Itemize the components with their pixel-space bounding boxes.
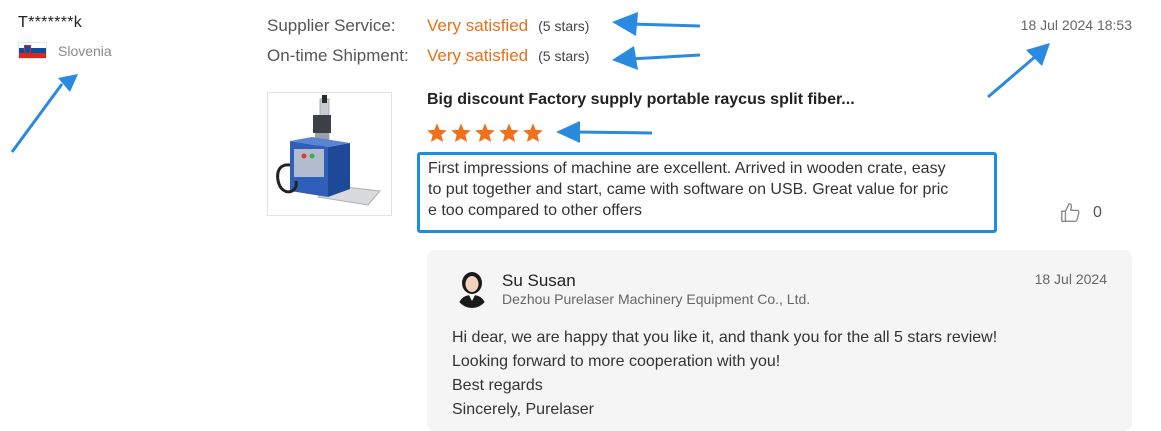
annotation-arrow-icon xyxy=(612,46,701,70)
star-icon xyxy=(475,123,495,142)
rating-label: Supplier Service: xyxy=(267,16,396,35)
review-date: 18 Jul 2024 18:53 xyxy=(1020,17,1132,33)
product-title-link[interactable]: Big discount Factory supply portable ray… xyxy=(427,91,855,109)
rating-value: Very satisfied xyxy=(427,46,529,65)
slovenia-flag-icon xyxy=(18,42,47,59)
star-icon xyxy=(451,123,471,142)
star-icon xyxy=(523,123,543,142)
rating-value: Very satisfied xyxy=(427,16,529,35)
annotation-arrow-icon xyxy=(612,12,701,36)
ratings-summary: Supplier Service: Very satisfied (5 star… xyxy=(267,16,589,76)
star-icon xyxy=(427,123,447,142)
reply-date: 18 Jul 2024 xyxy=(1034,271,1107,287)
reply-company-name: Dezhou Purelaser Machinery Equipment Co.… xyxy=(502,291,811,307)
reply-line: Best regards xyxy=(452,377,543,394)
laser-machine-image xyxy=(268,93,391,215)
avatar xyxy=(454,268,490,308)
annotation-arrow-icon xyxy=(10,74,78,153)
reply-text: Hi dear, we are happy that you like it, … xyxy=(452,326,997,422)
star-rating xyxy=(426,122,544,144)
reply-line: Looking forward to more cooperation with… xyxy=(452,353,781,370)
rating-label: On-time Shipment: xyxy=(267,46,409,65)
rating-stars-count: (5 stars) xyxy=(538,48,590,64)
annotation-arrow-icon xyxy=(987,43,1050,99)
country-name: Slovenia xyxy=(58,42,112,59)
like-count: 0 xyxy=(1093,204,1102,221)
reviewer-name: T*******k xyxy=(18,14,83,31)
reviewer-info: T*******k Slovenia xyxy=(18,14,112,59)
star-icon xyxy=(499,123,519,142)
rating-stars-count: (5 stars) xyxy=(538,18,590,34)
reply-line: Sincerely, Purelaser xyxy=(452,401,594,418)
rating-row-on-time-shipment: On-time Shipment: Very satisfied (5 star… xyxy=(267,46,589,76)
reviewer-country: Slovenia xyxy=(18,42,112,59)
thumbs-up-icon xyxy=(1061,203,1080,222)
product-thumbnail[interactable] xyxy=(267,92,392,216)
rating-row-supplier-service: Supplier Service: Very satisfied (5 star… xyxy=(267,16,589,46)
annotation-arrow-icon xyxy=(556,121,653,143)
supplier-reply: Su Susan Dezhou Purelaser Machinery Equi… xyxy=(427,250,1132,431)
review-line: to put together and start, came with sof… xyxy=(428,181,949,198)
review-line: e too compared to other offers xyxy=(428,202,643,219)
reply-line: Hi dear, we are happy that you like it, … xyxy=(452,329,998,346)
review-text: First impressions of machine are excelle… xyxy=(417,152,997,233)
review-line: First impressions of machine are excelle… xyxy=(428,160,946,177)
like-button[interactable]: 0 xyxy=(1059,202,1102,224)
reply-author-name: Su Susan xyxy=(502,271,576,290)
